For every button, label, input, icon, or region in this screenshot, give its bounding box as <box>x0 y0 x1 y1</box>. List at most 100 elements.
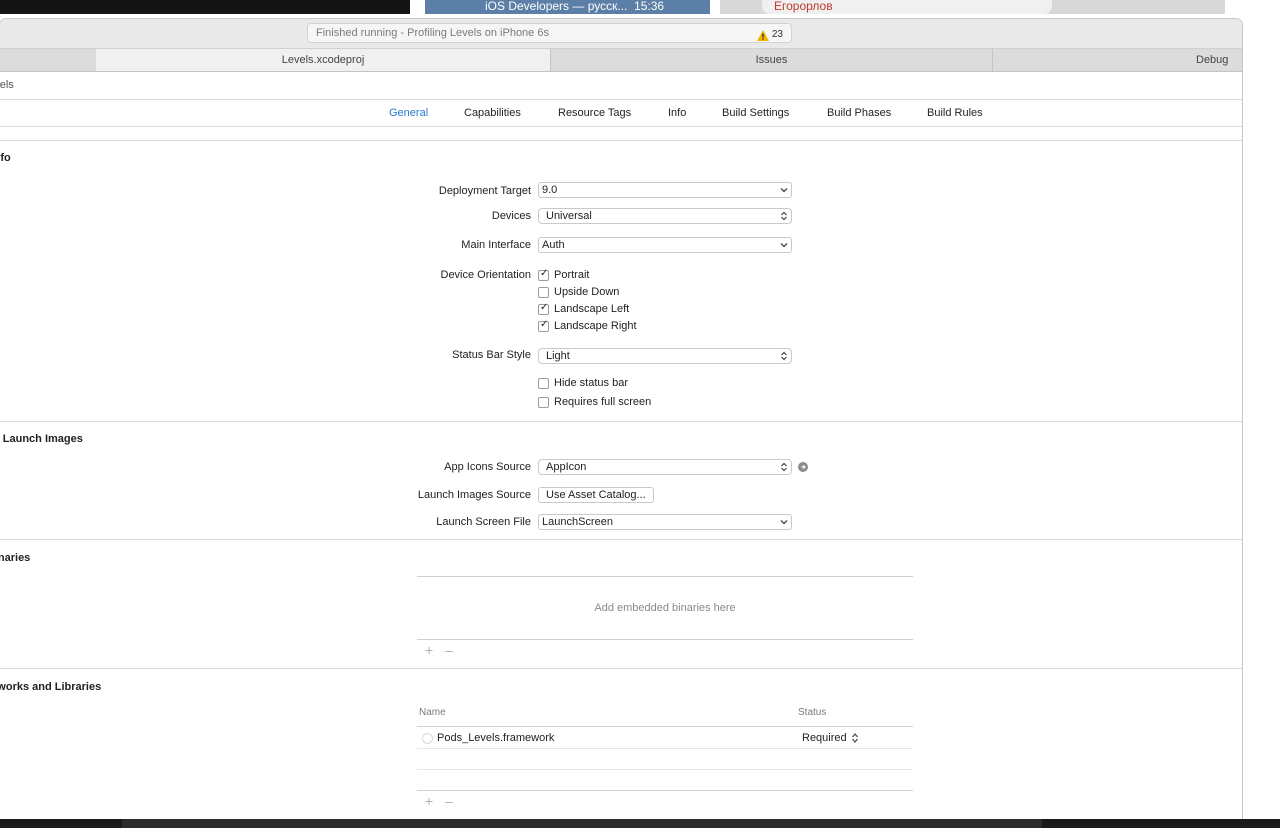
hide-status-bar[interactable]: Hide status bar <box>538 377 628 389</box>
remove-button[interactable]: – <box>445 642 453 658</box>
checkbox-unchecked[interactable] <box>538 396 549 408</box>
section-divider <box>0 668 1242 669</box>
framework-icon <box>422 732 433 744</box>
app-icons-source-label: App Icons Source <box>444 461 531 473</box>
section-divider <box>0 140 1242 141</box>
desktop-background: iOS Developers — русск... 15:36 Егорорло… <box>0 0 1280 20</box>
orientation-upside-down-label: Upside Down <box>554 286 620 298</box>
chevron-down-icon <box>780 188 788 193</box>
add-button[interactable]: + <box>425 793 433 809</box>
requires-full-screen-label: Requires full screen <box>554 396 652 408</box>
device-orientation-label: Device Orientation <box>440 269 532 281</box>
jump-bar: Levels <box>0 72 1242 100</box>
status-bar-style-value: Light <box>546 350 570 362</box>
main-interface-value: Auth <box>542 239 565 251</box>
background-window-dark <box>0 0 410 14</box>
hide-status-bar-label: Hide status bar <box>554 377 628 389</box>
tab-build-phases[interactable]: Build Phases <box>827 107 891 119</box>
column-header-status[interactable]: Status <box>798 707 826 718</box>
section-title-app-icons[interactable]: s and Launch Images <box>0 433 83 445</box>
orientation-upside-down[interactable]: Upside Down <box>538 286 619 298</box>
checkbox-unchecked[interactable] <box>538 377 549 389</box>
orientation-landscape-right[interactable]: Landscape Right <box>538 319 637 332</box>
launch-screen-file-label: Launch Screen File <box>436 516 531 528</box>
launch-screen-file-value: LaunchScreen <box>542 516 613 528</box>
stepper-icon <box>781 211 787 221</box>
jump-bar-project-label: Levels <box>0 79 14 91</box>
activity-text: Finished running - Profiling Levels on i… <box>316 27 549 39</box>
dock <box>0 819 1280 828</box>
tab-levels-xcodeproj[interactable]: Levels.xcodeproj <box>96 49 550 71</box>
warning-icon <box>756 29 769 41</box>
orientation-portrait-label: Portrait <box>554 269 590 281</box>
stepper-icon <box>781 351 787 361</box>
orientation-landscape-left-label: Landscape Left <box>554 303 630 315</box>
stepper-icon <box>781 462 787 472</box>
tab-issues[interactable]: Issues <box>550 49 992 71</box>
table-border <box>417 726 913 727</box>
tab-build-rules[interactable]: Build Rules <box>927 107 983 119</box>
stepper-icon <box>851 733 858 743</box>
jump-bar-project[interactable]: Levels <box>0 79 14 91</box>
editor-tab-bar: General Capabilities Resource Tags Info … <box>0 100 1242 127</box>
checkbox-unchecked[interactable] <box>538 286 549 298</box>
remove-button[interactable]: – <box>445 793 453 809</box>
column-header-name[interactable]: Name <box>419 707 446 718</box>
table-border <box>417 790 913 791</box>
table-border <box>417 639 913 640</box>
tab-info[interactable]: Info <box>668 107 686 119</box>
framework-status-popup[interactable]: Required <box>802 732 859 744</box>
section-title-linked-frameworks[interactable]: rameworks and Libraries <box>0 681 101 693</box>
app-icons-source-popup[interactable]: AppIcon <box>538 459 792 475</box>
table-row-separator <box>417 769 913 770</box>
launch-images-source-label: Launch Images Source <box>417 489 531 501</box>
window-toolbar: Finished running - Profiling Levels on i… <box>0 19 1242 49</box>
tab-resource-tags[interactable]: Resource Tags <box>558 107 631 119</box>
section-divider <box>0 421 1242 422</box>
background-chat-header: iOS Developers — русск... 15:36 <box>425 0 710 14</box>
deployment-target-value: 9.0 <box>542 184 558 196</box>
file-tab-bar: Levels.xcodeproj Issues Debug <box>0 49 1242 72</box>
framework-name: Pods_Levels.framework <box>437 732 555 744</box>
app-icons-source-value: AppIcon <box>546 461 587 473</box>
status-bar-style-label: Status Bar Style <box>452 349 531 361</box>
framework-status: Required <box>802 732 847 744</box>
main-interface-popup[interactable]: Auth <box>538 237 792 253</box>
checkbox-checked[interactable] <box>538 302 549 315</box>
table-row-separator <box>417 748 913 749</box>
xcode-window: Finished running - Profiling Levels on i… <box>0 19 1242 819</box>
embedded-binaries-controls: + – <box>425 642 453 658</box>
tab-debug[interactable]: Debug <box>992 49 1242 71</box>
status-bar-style-popup[interactable]: Light <box>538 348 792 364</box>
tab-build-settings[interactable]: Build Settings <box>722 107 789 119</box>
frameworks-controls: + – <box>425 793 453 809</box>
orientation-portrait[interactable]: Portrait <box>538 268 590 281</box>
arrow-go-icon[interactable] <box>798 462 808 472</box>
tab-general[interactable]: General <box>389 107 428 119</box>
checkbox-checked[interactable] <box>538 268 549 281</box>
requires-full-screen[interactable]: Requires full screen <box>538 396 651 408</box>
checkbox-checked[interactable] <box>538 319 549 332</box>
dock-shelf <box>122 819 1042 828</box>
warning-indicator[interactable]: 23 <box>756 26 783 44</box>
devices-label: Devices <box>491 210 531 222</box>
section-title-embedded-binaries[interactable]: ed Binaries <box>0 552 30 564</box>
section-title-deployment-info[interactable]: ent Info <box>0 152 11 164</box>
add-button[interactable]: + <box>425 642 433 658</box>
desktop-right-edge <box>1242 14 1280 819</box>
contact-name: Егорорлов <box>762 0 1052 14</box>
deployment-target-popup[interactable]: 9.0 <box>538 182 792 198</box>
tab-capabilities[interactable]: Capabilities <box>464 107 521 119</box>
devices-value: Universal <box>546 210 592 222</box>
launch-screen-file-popup[interactable]: LaunchScreen <box>538 514 792 530</box>
deployment-target-label: Deployment Target <box>438 185 531 197</box>
activity-view[interactable]: Finished running - Profiling Levels on i… <box>307 23 792 43</box>
orientation-landscape-left[interactable]: Landscape Left <box>538 302 630 315</box>
table-row[interactable]: Pods_Levels.framework <box>422 732 554 744</box>
main-interface-label: Main Interface <box>461 239 531 251</box>
embedded-binaries-placeholder: Add embedded binaries here <box>594 602 736 614</box>
background-contact-bar: Егорорлов <box>720 0 1225 14</box>
devices-popup[interactable]: Universal <box>538 208 792 224</box>
chevron-down-icon <box>780 520 788 525</box>
use-asset-catalog-button[interactable]: Use Asset Catalog... <box>538 487 654 503</box>
